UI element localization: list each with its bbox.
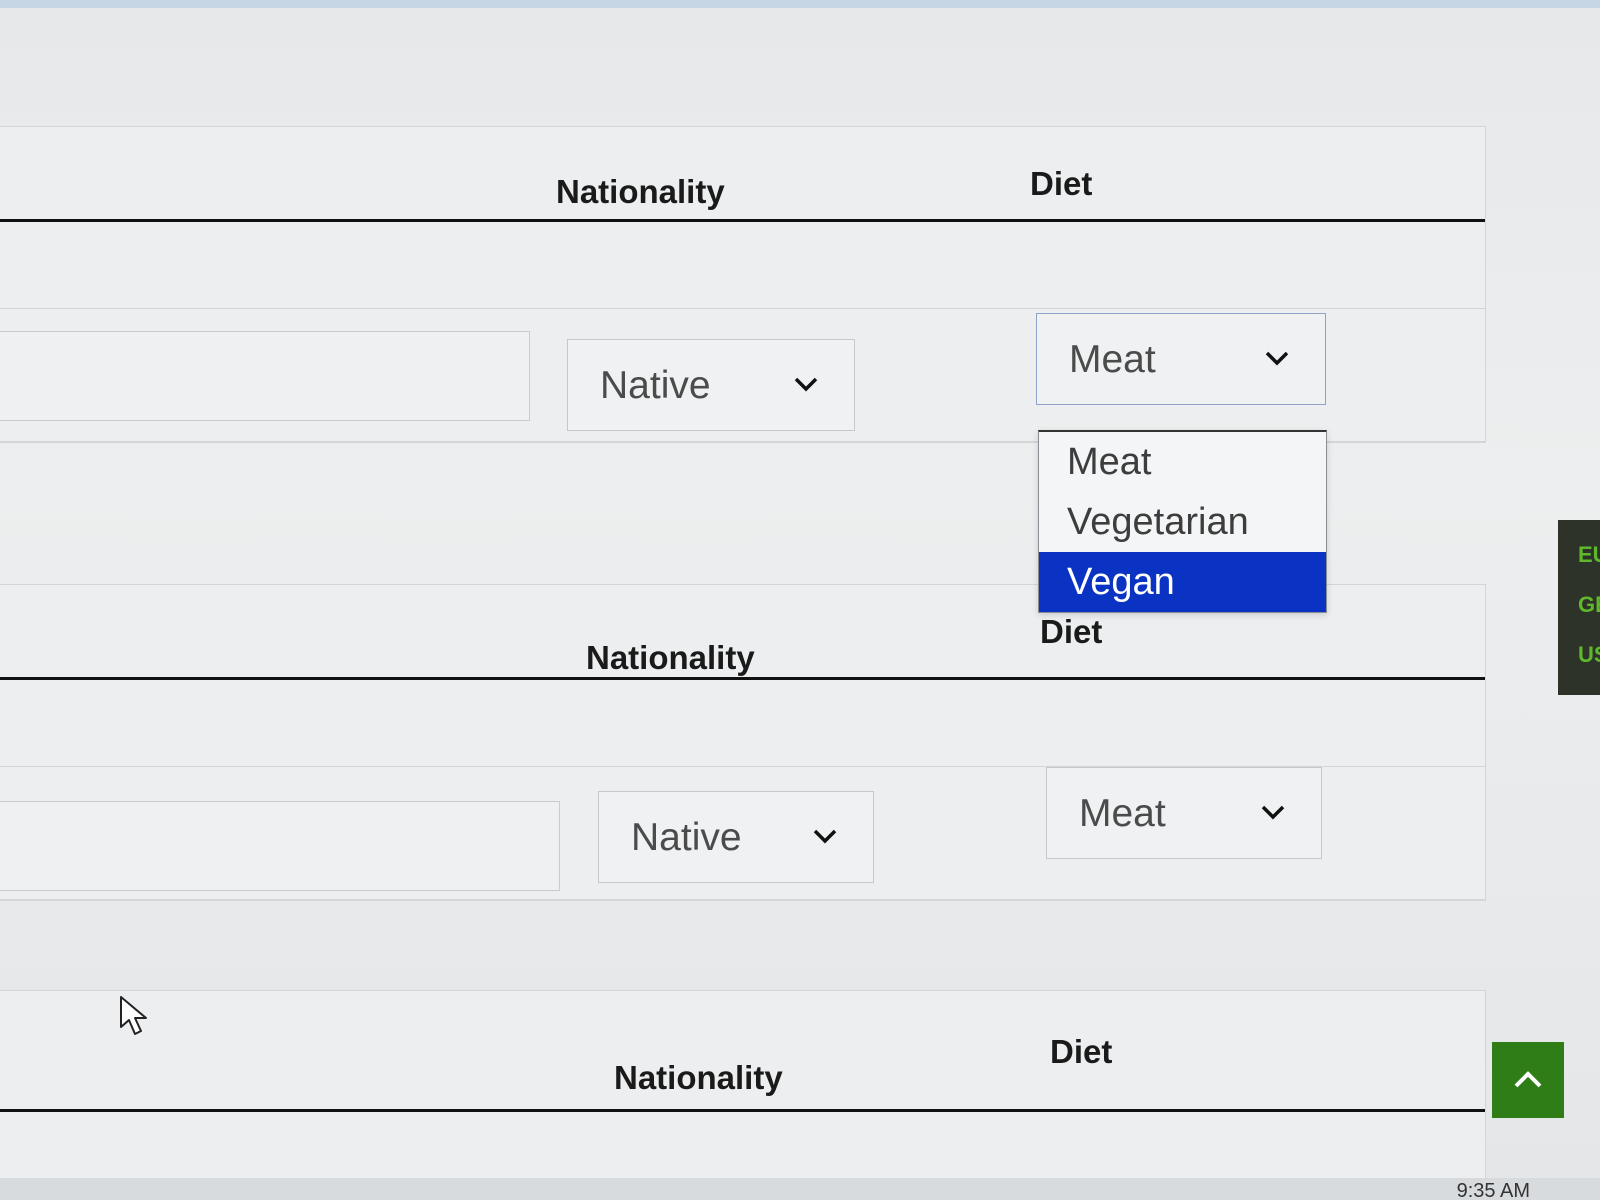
column-header-diet: Diet <box>1030 165 1093 202</box>
nationality-select[interactable]: Native <box>567 339 855 431</box>
column-header-nationality: Nationality <box>586 639 755 676</box>
chevron-up-icon <box>1514 1071 1542 1088</box>
chevron-down-icon <box>1261 805 1285 820</box>
taskbar <box>0 1178 1600 1200</box>
back-to-top-button[interactable] <box>1492 1042 1564 1118</box>
chevron-down-icon <box>813 829 837 844</box>
name-input[interactable] <box>0 331 530 421</box>
column-header-nationality: Nationality <box>556 173 725 210</box>
table-section-1: Nationality Diet Native Meat <box>0 126 1486 443</box>
nationality-select-value: Native <box>600 364 711 407</box>
taskbar-clock: 9:35 AM <box>1456 1180 1530 1200</box>
diet-dropdown-list: Meat Vegetarian Vegan <box>1038 430 1327 613</box>
table-spacer-row <box>0 222 1485 309</box>
top-strip <box>0 0 1600 8</box>
table-spacer-row <box>0 680 1485 767</box>
table-row: Native Meat <box>0 767 1485 900</box>
chevron-down-icon <box>794 377 818 392</box>
column-header-diet: Diet <box>1050 1033 1113 1070</box>
table-section-2: Nationality Diet Native Meat <box>0 584 1486 901</box>
diet-select-value: Meat <box>1079 792 1166 835</box>
diet-select-value: Meat <box>1069 338 1156 381</box>
column-header-diet: Diet <box>1040 613 1103 650</box>
table-section-3: Nationality Diet <box>0 990 1486 1192</box>
side-panel: EU GB US <box>1558 520 1600 695</box>
page-viewport: Nationality Diet Native Meat Nationality <box>0 0 1600 1200</box>
side-panel-label-us[interactable]: US <box>1578 642 1600 668</box>
table-header-row: Nationality Diet <box>0 127 1485 222</box>
table-header-row: Nationality Diet <box>0 991 1485 1112</box>
diet-select[interactable]: Meat <box>1036 313 1326 405</box>
dropdown-option-vegan[interactable]: Vegan <box>1039 552 1326 612</box>
mouse-cursor-icon <box>120 996 147 1035</box>
name-input[interactable] <box>0 801 560 891</box>
column-header-nationality: Nationality <box>614 1059 783 1096</box>
nationality-select[interactable]: Native <box>598 791 874 883</box>
chevron-down-icon <box>1265 351 1289 366</box>
side-panel-label-gb[interactable]: GB <box>1578 592 1600 618</box>
dropdown-option-meat[interactable]: Meat <box>1039 432 1326 492</box>
side-panel-label-eu[interactable]: EU <box>1578 542 1600 568</box>
diet-select[interactable]: Meat <box>1046 767 1322 859</box>
nationality-select-value: Native <box>631 816 742 859</box>
dropdown-option-vegetarian[interactable]: Vegetarian <box>1039 492 1326 552</box>
table-row: Native Meat <box>0 309 1485 442</box>
